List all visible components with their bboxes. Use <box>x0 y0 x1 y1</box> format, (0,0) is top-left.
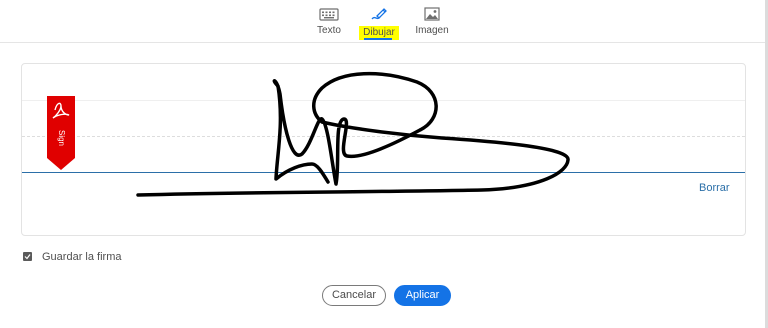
save-signature-label: Guardar la firma <box>42 251 122 263</box>
pen-draw-icon <box>371 8 387 20</box>
tab-imagen-label: Imagen <box>415 25 449 36</box>
tab-texto[interactable]: Texto <box>301 4 357 40</box>
keyboard-icon <box>319 8 339 21</box>
clear-signature-link[interactable]: Borrar <box>699 182 730 194</box>
active-tab-indicator <box>364 38 392 40</box>
image-icon <box>424 7 440 21</box>
signature-mode-tabs: Texto Dibujar Imagen <box>0 0 768 43</box>
cancel-button[interactable]: Cancelar <box>322 285 386 306</box>
checkmark-icon <box>24 254 31 260</box>
save-signature-checkbox[interactable] <box>23 252 32 261</box>
tab-imagen[interactable]: Imagen <box>404 4 460 40</box>
drawn-signature <box>136 71 570 197</box>
apply-button[interactable]: Aplicar <box>394 285 451 306</box>
signature-dialog: Texto Dibujar Imagen Sign Borrar Guardar… <box>0 0 768 328</box>
signature-drawing-area[interactable]: Sign Borrar <box>21 63 746 236</box>
tab-dibujar[interactable]: Dibujar <box>351 4 407 40</box>
tab-texto-label: Texto <box>317 25 341 36</box>
